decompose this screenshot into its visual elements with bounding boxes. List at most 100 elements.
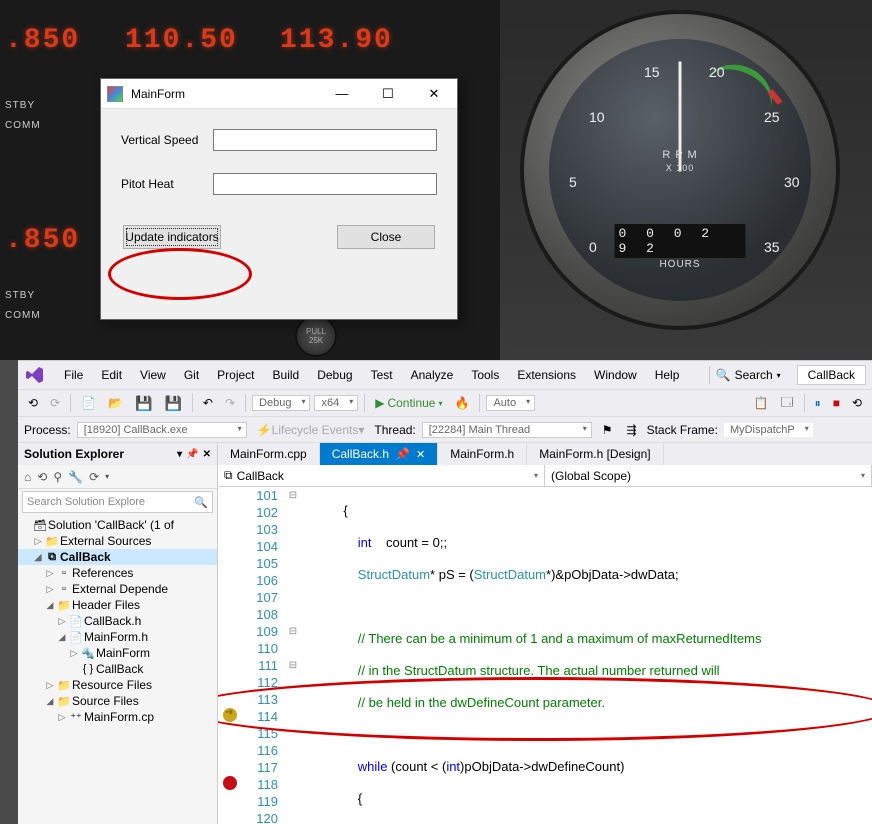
pitot-heat-label: Pitot Heat xyxy=(121,177,213,191)
pin-icon[interactable]: 📌 xyxy=(186,449,198,460)
stop-button[interactable]: ■ xyxy=(829,394,844,412)
code-editor: MainForm.cpp CallBack.h📌✕ MainForm.h Mai… xyxy=(218,443,872,824)
pitot-heat-input[interactable] xyxy=(213,173,437,195)
auto-dropdown[interactable]: Auto xyxy=(486,395,535,411)
gauge-tick-25: 25 xyxy=(764,109,780,125)
radio-label-stby-2: STBY xyxy=(5,290,35,301)
tab-mainform-cpp[interactable]: MainForm.cpp xyxy=(218,443,320,465)
open-button[interactable]: 📂 xyxy=(104,394,127,412)
current-line-indicator-icon[interactable] xyxy=(223,708,237,722)
vs-toolbar: ⟲ ⟳ 📄 📂 💾 💾 ↶ ↷ Debug x64 ▶Continue▾ 🔥 A… xyxy=(18,389,872,417)
tree-mainform-class[interactable]: ▷🔩MainForm xyxy=(18,645,217,661)
pull-knob-line2: 25K xyxy=(309,336,323,345)
solution-explorer-panel: Solution Explorer ▾ 📌 ✕ ⌂ ⟲ ⚲ 🔧 ⟳ ▾ Sear… xyxy=(18,443,218,824)
flag-icon[interactable]: ⚑ xyxy=(598,421,617,439)
tree-callback-namespace[interactable]: { }CallBack xyxy=(18,661,217,677)
close-button[interactable]: Close xyxy=(337,225,435,249)
tree-solution[interactable]: 🗃Solution 'CallBack' (1 of xyxy=(18,517,217,533)
vs-solution-name-pill[interactable]: CallBack xyxy=(797,365,866,385)
menu-edit[interactable]: Edit xyxy=(93,364,130,386)
close-tab-icon[interactable]: ✕ xyxy=(416,448,425,461)
config-dropdown[interactable]: Debug xyxy=(252,395,310,411)
navbar-project-dropdown[interactable]: ⧉ CallBack xyxy=(218,465,545,486)
editor-navbar: ⧉ CallBack (Global Scope) xyxy=(218,465,872,487)
gauge-rpm-label: R P M xyxy=(549,149,811,161)
toolbar-icon-1[interactable]: 📋 xyxy=(750,394,773,412)
mainform-titlebar[interactable]: MainForm — ☐ ✕ xyxy=(101,79,457,109)
breakpoint-icon[interactable] xyxy=(223,776,237,790)
pin-icon[interactable]: 📌 xyxy=(395,447,410,461)
tree-external-dependencies[interactable]: ▷▫External Depende xyxy=(18,581,217,597)
dropdown-icon[interactable]: ▾ xyxy=(177,449,182,460)
hot-reload-button[interactable]: 🔥 xyxy=(451,394,474,412)
menu-git[interactable]: Git xyxy=(176,364,207,386)
tree-resource-files[interactable]: ▷📁Resource Files xyxy=(18,677,217,693)
fold-gutter[interactable]: ⊟⊟⊟ xyxy=(286,487,300,824)
tab-callback-h[interactable]: CallBack.h📌✕ xyxy=(320,443,439,465)
tree-references[interactable]: ▷▫References xyxy=(18,565,217,581)
continue-button[interactable]: ▶Continue▾ xyxy=(371,394,446,412)
update-indicators-button[interactable]: Update indicators xyxy=(123,225,221,249)
thread-label: Thread: xyxy=(374,423,415,437)
pull-knob-line1: PULL xyxy=(306,327,326,336)
navbar-scope-dropdown[interactable]: (Global Scope) xyxy=(545,465,872,486)
tree-callback-h[interactable]: ▷📄CallBack.h xyxy=(18,613,217,629)
save-all-button[interactable]: 💾 xyxy=(160,393,185,414)
toolbar-icon-2[interactable]: 🗔 xyxy=(777,391,798,416)
undo-button[interactable]: ↶ xyxy=(199,394,217,412)
menu-window[interactable]: Window xyxy=(586,364,645,386)
tree-source-files[interactable]: ◢📁Source Files xyxy=(18,693,217,709)
menu-tools[interactable]: Tools xyxy=(463,364,507,386)
solution-explorer-header[interactable]: Solution Explorer ▾ 📌 ✕ xyxy=(18,443,217,465)
code-area[interactable]: 1011021031041051061071081091101111121131… xyxy=(218,487,872,824)
stack-frame-dropdown[interactable]: MyDispatchP xyxy=(724,423,813,437)
tree-external-sources[interactable]: ▷📁External Sources xyxy=(18,533,217,549)
menu-analyze[interactable]: Analyze xyxy=(403,364,462,386)
radio-label-stby-1: STBY xyxy=(5,100,35,111)
lifecycle-label: Lifecycle Events xyxy=(272,423,359,437)
process-dropdown[interactable]: [18920] CallBack.exe xyxy=(77,422,247,438)
nav-back-button[interactable]: ⟲ xyxy=(24,394,42,412)
maximize-button[interactable]: ☐ xyxy=(365,79,411,109)
se-back-icon[interactable]: ⟲ xyxy=(37,470,47,484)
tree-mainform-h[interactable]: ◢📄MainForm.h xyxy=(18,629,217,645)
menu-help[interactable]: Help xyxy=(647,364,688,386)
mainform-body: Vertical Speed Pitot Heat Update indicat… xyxy=(101,109,457,269)
minimize-button[interactable]: — xyxy=(319,79,365,109)
close-panel-icon[interactable]: ✕ xyxy=(203,449,211,460)
tree-mainform-cpp[interactable]: ▷⁺⁺MainForm.cp xyxy=(18,709,217,725)
breakpoint-margin[interactable] xyxy=(218,487,242,824)
se-sync-icon[interactable]: ⚲ xyxy=(53,470,62,484)
new-item-button[interactable]: 📄 xyxy=(77,394,100,412)
se-wrench-icon[interactable]: 🔧 xyxy=(68,470,83,484)
tree-callback-project[interactable]: ◢⧉CallBack xyxy=(18,549,217,565)
tab-mainform-h[interactable]: MainForm.h xyxy=(438,443,527,465)
close-window-button[interactable]: ✕ xyxy=(411,79,457,109)
pause-button[interactable]: ⏸ xyxy=(811,394,825,413)
redo-button[interactable]: ↷ xyxy=(221,394,239,412)
save-button[interactable]: 💾 xyxy=(131,393,156,414)
menu-extensions[interactable]: Extensions xyxy=(509,364,584,386)
menu-view[interactable]: View xyxy=(132,364,174,386)
lifecycle-events-button[interactable]: ⚡ Lifecycle Events ▾ xyxy=(253,421,369,439)
se-refresh-icon[interactable]: ⟳ xyxy=(89,470,99,484)
platform-dropdown[interactable]: x64 xyxy=(314,395,358,411)
nav-forward-button[interactable]: ⟳ xyxy=(46,394,64,412)
thread-dropdown[interactable]: [22284] Main Thread xyxy=(422,422,592,438)
menu-file[interactable]: File xyxy=(56,364,91,386)
restart-button[interactable]: ⟲ xyxy=(848,394,866,412)
menu-test[interactable]: Test xyxy=(363,364,401,386)
vs-search[interactable]: 🔍 Search ▾ xyxy=(709,366,787,384)
threads-icon[interactable]: ⇶ xyxy=(623,421,641,439)
menu-debug[interactable]: Debug xyxy=(309,364,360,386)
solution-explorer-search[interactable]: Search Solution Explore 🔍 xyxy=(22,491,213,513)
vs-search-label: Search xyxy=(735,368,773,382)
se-home-icon[interactable]: ⌂ xyxy=(24,470,31,484)
vertical-speed-row: Vertical Speed xyxy=(121,129,437,151)
tree-header-files[interactable]: ◢📁Header Files xyxy=(18,597,217,613)
code-content[interactable]: { int count = 0;; StructDatum* pS = (Str… xyxy=(300,487,872,824)
vertical-speed-input[interactable] xyxy=(213,129,437,151)
menu-build[interactable]: Build xyxy=(265,364,308,386)
tab-mainform-h-design[interactable]: MainForm.h [Design] xyxy=(527,443,663,465)
menu-project[interactable]: Project xyxy=(209,364,262,386)
